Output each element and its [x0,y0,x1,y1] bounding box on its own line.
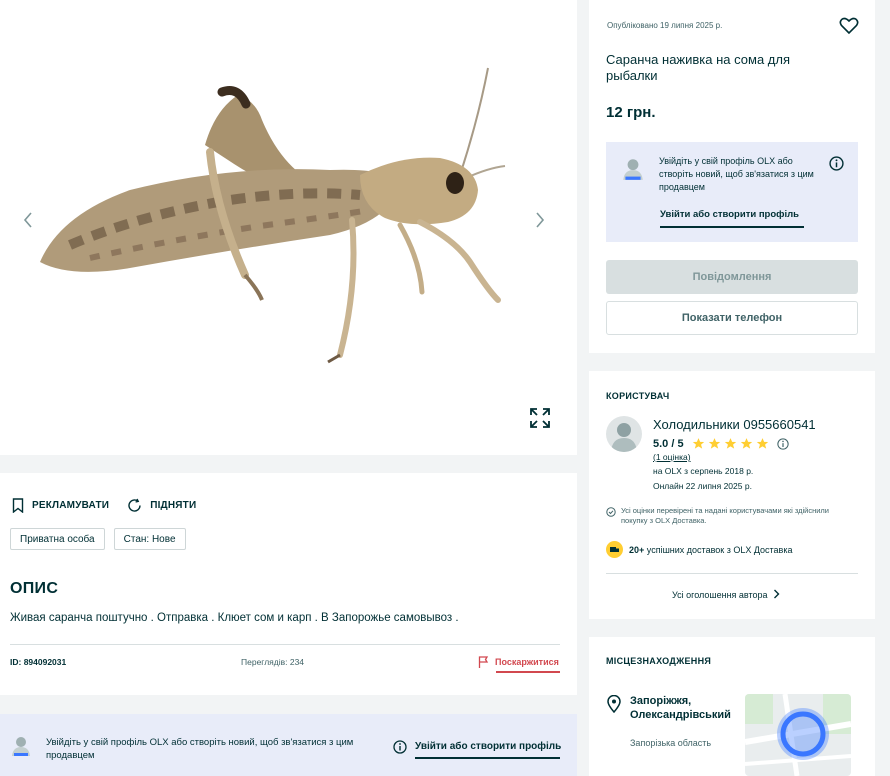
user-card [589,371,875,619]
login-prompt-text: Увійдіть у свій профіль OLX або створіть… [659,156,814,192]
divider [10,644,560,645]
expand-icon [530,408,550,428]
location-city: Запоріжжя, Олександрівський [630,695,731,721]
banner-link-underline [415,757,560,759]
info-icon[interactable] [393,740,407,754]
banner-login-link[interactable]: Увійти або створити профіль [415,741,561,752]
delivery-icon [606,541,623,558]
report-label: Поскаржитися [495,657,559,667]
chevron-right-icon [536,212,545,228]
description-title: ОПИС [10,580,59,597]
all-ads-link[interactable]: Усі оголошення автора [672,589,780,600]
listing-photo[interactable] [0,0,577,455]
description-text: Живая саранча поштучно . Отправка . Клюе… [10,612,459,624]
user-rating: 5.0 / 5 [653,437,789,450]
raise-button[interactable]: ПІДНЯТИ [127,498,196,513]
verified-note-text: Усі оцінки перевірені та надані користув… [621,506,829,525]
avatar[interactable] [606,416,642,452]
promote-button[interactable]: РЕКЛАМУВАТИ [12,498,109,513]
map-image [745,694,851,776]
location-pin-icon [607,695,621,713]
check-circle-icon [606,507,616,517]
reviews-link[interactable]: (1 оцінка) [653,452,691,462]
raise-label: ПІДНЯТИ [150,500,197,511]
login-link[interactable]: Увійти або створити профіль [660,209,799,220]
star-icon [756,438,768,449]
user-placeholder-icon [623,159,643,180]
star-icon [708,438,720,449]
bookmark-icon [12,498,24,513]
promote-label: РЕКЛАМУВАТИ [32,500,110,511]
login-link-underline [660,226,804,228]
next-photo-button[interactable] [528,208,552,232]
view-count: Переглядів: 234 [241,657,305,667]
listing-price: 12 грн. [606,104,656,121]
chevron-left-icon [23,212,32,228]
chevron-right-icon [774,589,780,599]
user-placeholder-icon [12,737,30,756]
deliveries-count: 20+ успішних доставок з OLX Доставка [606,541,792,558]
info-icon[interactable] [829,156,844,171]
location-section-label: МІСЦЕЗНАХОДЖЕННЯ [606,656,712,666]
user-placeholder-icon [611,423,637,452]
flag-icon [478,656,489,668]
expand-photo-button[interactable] [527,405,553,431]
report-button[interactable]: Поскаржитися [478,656,560,673]
location-region: Запорізька область [630,738,712,748]
report-underline [496,671,560,673]
photo-gallery[interactable] [0,0,577,455]
ad-actions: РЕКЛАМУВАТИ ПІДНЯТИ [12,498,196,513]
star-icon [724,438,736,449]
all-ads-label: Усі оголошення автора [672,590,768,600]
star-icon [692,438,704,449]
heart-icon[interactable] [839,17,859,35]
listing-title: Саранча наживка на сома для рыбалки [606,52,790,83]
map-preview[interactable] [745,694,851,776]
user-name[interactable]: Холодильники 0955660541 [653,417,816,432]
info-icon[interactable] [776,437,789,450]
tag-list: Приватна особа Стан: Нове [10,528,186,550]
deliveries-number: 20+ [629,544,645,555]
deliveries-text: успішних доставок з OLX Доставка [646,544,793,555]
published-date: Опубліковано 19 липня 2025 р. [607,21,723,30]
member-since: на OLX з серпень 2018 р. [653,466,754,476]
tag-seller-type[interactable]: Приватна особа [10,528,105,550]
verified-note: Усі оцінки перевірені та надані користув… [606,506,846,526]
refresh-icon [128,498,141,512]
prev-photo-button[interactable] [16,208,40,232]
banner-text: Увійдіть у свій профіль OLX або створіть… [46,737,354,761]
rating-value: 5.0 / 5 [653,437,684,450]
rating-stars [692,437,769,450]
ad-id: ID: 894092031 [10,657,67,667]
message-button[interactable]: Повідомлення [606,260,858,294]
tag-condition[interactable]: Стан: Нове [113,528,186,550]
star-icon [740,438,752,449]
last-online: Онлайн 22 липня 2025 р. [653,481,752,491]
divider [606,573,858,574]
user-section-label: КОРИСТУВАЧ [606,391,670,401]
show-phone-button[interactable]: Показати телефон [606,301,858,335]
